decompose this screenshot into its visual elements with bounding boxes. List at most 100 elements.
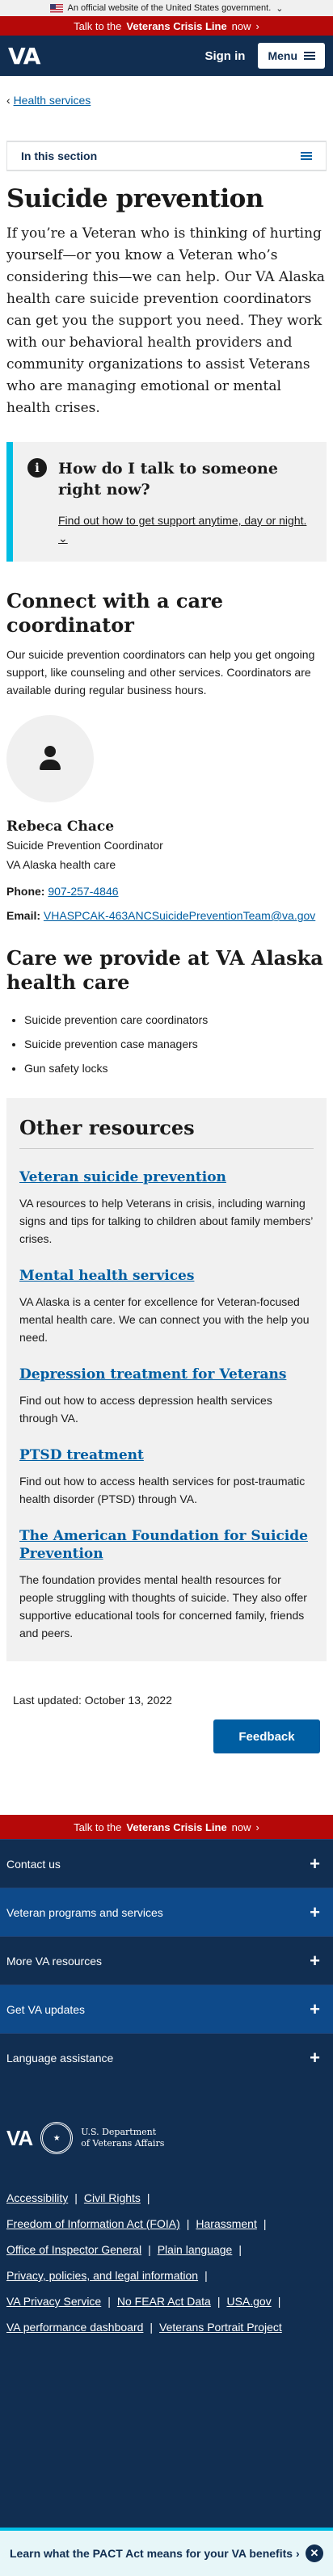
footer-links-row: Privacy, policies, and legal information…: [6, 2262, 327, 2288]
chevron-down-icon: ⌄: [58, 532, 68, 545]
footer-link[interactable]: Office of Inspector General: [6, 2243, 141, 2256]
chevron-right-icon: ›: [255, 1820, 259, 1833]
plus-icon: +: [310, 1901, 320, 1922]
connect-text: Our suicide prevention coordinators can …: [6, 648, 315, 697]
resource-link[interactable]: Mental health services: [19, 1268, 194, 1284]
footer-nav-label: Contact us: [6, 1857, 61, 1871]
footer-nav-programs[interactable]: Veteran programs and services +: [0, 1888, 333, 1936]
resource-link[interactable]: Veteran suicide prevention: [19, 1169, 226, 1185]
footer-link[interactable]: Civil Rights: [84, 2191, 141, 2204]
crisis-suffix: now: [231, 1820, 251, 1833]
breadcrumb-health-services[interactable]: Health services: [14, 94, 91, 107]
menu-button[interactable]: Menu: [258, 43, 325, 69]
dept-line-2: of Veterans Affairs: [81, 2138, 165, 2149]
separator: |: [74, 2191, 78, 2204]
footer-nav-more-resources[interactable]: More VA resources +: [0, 1936, 333, 1985]
crisis-prefix: Talk to the: [74, 19, 122, 32]
separator: |: [107, 2295, 111, 2308]
footer-logo[interactable]: VA ★ U.S. Department of Veterans Affairs: [6, 2122, 327, 2154]
separator: |: [150, 2321, 154, 2334]
separator: |: [217, 2295, 221, 2308]
resource-item: Mental health services VA Alaska is a ce…: [19, 1267, 314, 1346]
menu-lines-icon: [301, 152, 312, 160]
footer-crisis-line-bar[interactable]: Talk to the Veterans Crisis Line now ›: [0, 1815, 333, 1839]
footer-nav-label: Language assistance: [6, 2051, 114, 2065]
footer-nav-language[interactable]: Language assistance +: [0, 2033, 333, 2081]
footer-link[interactable]: Accessibility: [6, 2191, 68, 2204]
footer-links-row: Office of Inspector General | Plain langua…: [6, 2237, 327, 2262]
avatar: [6, 715, 94, 802]
separator: |: [204, 2269, 208, 2282]
close-icon[interactable]: ✕: [306, 2544, 323, 2562]
plus-icon: +: [310, 1950, 320, 1971]
resource-item: Veteran suicide prevention VA resources …: [19, 1168, 314, 1248]
footer-nav-label: More VA resources: [6, 1954, 103, 1968]
separator: |: [263, 2217, 267, 2230]
resource-description: Find out how to access health services f…: [19, 1475, 306, 1505]
dept-line-1: U.S. Department: [81, 2127, 157, 2137]
contact-org: VA Alaska health care: [6, 858, 116, 871]
last-updated: Last updated: October 13, 2022: [13, 1694, 172, 1707]
feedback-wrap: Feedback: [0, 1707, 333, 1753]
plus-icon: +: [310, 1853, 320, 1874]
list-item: Gun safety locks: [24, 1056, 327, 1080]
resource-link[interactable]: The American Foundation for Suicide Prev…: [19, 1528, 308, 1562]
gov-banner-text: An official website of the United States…: [67, 3, 272, 13]
email-link[interactable]: VHASPCAK-463ANCSuicidePreventionTeam@va.…: [44, 909, 315, 922]
crisis-prefix: Talk to the: [74, 1820, 122, 1833]
crisis-line-name: Veterans Crisis Line: [126, 19, 227, 32]
in-this-section-toggle[interactable]: In this section: [6, 141, 327, 171]
footer-nav-label: Veteran programs and services: [6, 1905, 163, 1919]
resource-link[interactable]: Depression treatment for Veterans: [19, 1366, 286, 1383]
page-title: Suicide prevention: [6, 184, 263, 213]
get-support-link[interactable]: Find out how to get support anytime, day…: [58, 514, 306, 545]
callout-heading: How do I talk to someone right now?: [58, 460, 278, 499]
footer-link[interactable]: VA performance dashboard: [6, 2321, 143, 2334]
crisis-suffix: now: [231, 19, 251, 32]
footer-links-row: Accessibility | Civil Rights |: [6, 2185, 327, 2211]
va-seal-icon: ★: [40, 2122, 74, 2154]
email-label: Email:: [6, 909, 41, 922]
footer-nav-contact-us[interactable]: Contact us +: [0, 1839, 333, 1888]
footer-link[interactable]: Harassment: [196, 2217, 256, 2230]
resource-description: VA Alaska is a center for excellence for…: [19, 1295, 310, 1344]
separator: |: [186, 2217, 190, 2230]
sign-in-button[interactable]: Sign in: [204, 49, 245, 63]
va-logo[interactable]: VA: [8, 43, 40, 69]
footer-link[interactable]: Privacy, policies, and legal information: [6, 2269, 198, 2282]
footer-link[interactable]: Plain language: [158, 2243, 233, 2256]
phone-link[interactable]: 907-257-4846: [48, 885, 118, 898]
department-name: U.S. Department of Veterans Affairs: [81, 2127, 164, 2149]
footer-bottom: VA ★ U.S. Department of Veterans Affairs …: [0, 2081, 333, 2528]
official-gov-banner[interactable]: An official website of the United States…: [0, 0, 333, 16]
care-heading: Care we provide at VA Alaska health care: [6, 946, 323, 994]
footer-link[interactable]: Freedom of Information Act (FOIA): [6, 2217, 180, 2230]
menu-label: Menu: [268, 49, 297, 62]
chevron-right-icon: ›: [255, 19, 259, 32]
crisis-line-bar[interactable]: Talk to the Veterans Crisis Line now ›: [0, 16, 333, 36]
pact-act-link[interactable]: Learn what the PACT Act means for your V…: [10, 2546, 300, 2561]
resource-description: Find out how to access depression health…: [19, 1394, 272, 1425]
other-resources-heading: Other resources: [19, 1116, 314, 1149]
in-this-section-label: In this section: [21, 149, 98, 162]
connect-heading: Connect with a care coordinator: [6, 589, 223, 637]
us-flag-icon: [49, 3, 63, 13]
phone-label: Phone:: [6, 885, 45, 898]
footer-links: Accessibility | Civil Rights | Freedom of I…: [6, 2185, 327, 2340]
resource-item: The American Foundation for Suicide Prev…: [19, 1527, 314, 1642]
footer-link[interactable]: USA.gov: [226, 2295, 271, 2308]
footer-link[interactable]: No FEAR Act Data: [117, 2295, 211, 2308]
footer-nav-updates[interactable]: Get VA updates +: [0, 1985, 333, 2033]
person-icon: [38, 746, 62, 772]
hamburger-icon: [304, 52, 315, 60]
breadcrumb: ‹ Health services: [0, 76, 333, 107]
contact-name: Rebeca Chace: [6, 819, 115, 835]
info-icon: i: [27, 458, 47, 478]
footer-link[interactable]: VA Privacy Service: [6, 2295, 101, 2308]
separator: |: [277, 2295, 281, 2308]
chevron-down-icon: ⌄: [276, 3, 284, 14]
separator: |: [148, 2243, 151, 2256]
footer-link[interactable]: Veterans Portrait Project: [159, 2321, 282, 2334]
resource-link[interactable]: PTSD treatment: [19, 1447, 144, 1463]
feedback-button[interactable]: Feedback: [213, 1719, 320, 1753]
